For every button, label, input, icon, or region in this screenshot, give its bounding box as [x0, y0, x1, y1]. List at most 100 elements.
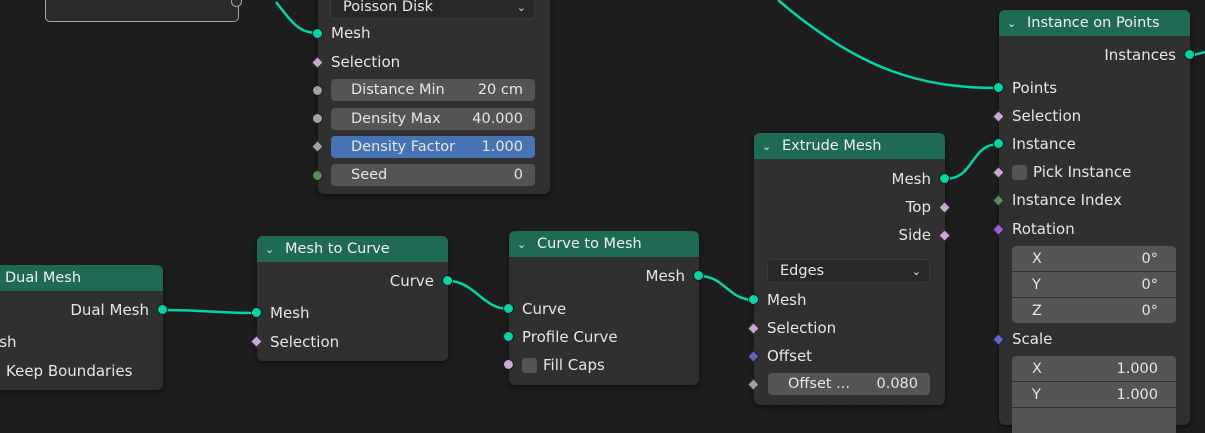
- distribute-mode-dropdown[interactable]: Poisson Disk ⌄: [330, 0, 535, 19]
- field-label: Distance Min: [351, 82, 445, 98]
- distribute-mesh-input: Mesh: [331, 19, 371, 47]
- fill-caps-checkbox[interactable]: [522, 357, 537, 373]
- scale-x-field[interactable]: X 1.000: [1012, 356, 1176, 381]
- socket-label: Curve: [522, 300, 567, 318]
- field-value: 0.080: [876, 376, 918, 392]
- socket-label: Dual Mesh: [70, 301, 149, 319]
- link-dual-mesh-to-mesh-to-curve: [162, 308, 258, 315]
- density-factor-field[interactable]: Density Factor 1.000: [331, 136, 535, 158]
- dual-mesh-header[interactable]: Dual Mesh: [0, 265, 163, 291]
- chevron-down-icon: ⌄: [516, 0, 526, 14]
- mesh-to-curve-curve-output: Curve: [390, 267, 434, 295]
- dual-mesh-node[interactable]: Dual Mesh Dual Mesh esh Keep Boundaries: [0, 265, 163, 390]
- node-title: Mesh to Curve: [285, 241, 390, 257]
- scale-input: Scale: [1012, 325, 1052, 353]
- offset-scale-field[interactable]: Offset ... 0.080: [768, 373, 930, 395]
- curve-to-mesh-node[interactable]: ⌄ Curve to Mesh Mesh Curve Profile Curve…: [509, 231, 699, 385]
- field-label: Density Factor: [351, 139, 456, 155]
- distance-min-socket[interactable]: [312, 85, 323, 96]
- dual-mesh-mesh-input: esh: [0, 328, 17, 356]
- curve-to-mesh-output-socket[interactable]: [693, 270, 704, 281]
- density-max-socket[interactable]: [312, 113, 323, 124]
- profile-curve-socket[interactable]: [503, 331, 514, 342]
- link-curve-to-mesh-to-extrude: [698, 274, 755, 302]
- extrude-mesh-header[interactable]: ⌄ Extrude Mesh: [754, 133, 945, 159]
- instance-socket[interactable]: [993, 138, 1004, 149]
- dual-mesh-output: Dual Mesh: [70, 296, 149, 324]
- instance-index-input: Instance Index: [1012, 186, 1122, 214]
- socket-label: Mesh: [645, 267, 686, 285]
- socket-label: Points: [1012, 79, 1058, 97]
- field-label: X: [1032, 250, 1042, 267]
- field-value: 40.000: [472, 111, 523, 127]
- socket-label: Selection: [270, 333, 340, 351]
- selection-input: Selection: [1012, 102, 1081, 130]
- field-value: 0°: [1141, 302, 1158, 319]
- mesh-to-curve-node[interactable]: ⌄ Mesh to Curve Curve Mesh Selection: [257, 236, 448, 361]
- field-value: 0°: [1141, 276, 1158, 293]
- curve-to-mesh-header[interactable]: ⌄ Curve to Mesh: [509, 231, 699, 257]
- rotation-y-field[interactable]: Y 0°: [1012, 272, 1176, 297]
- extrude-mesh-node[interactable]: ⌄ Extrude Mesh Mesh Top Side Edges ⌄ Mes…: [754, 133, 945, 405]
- points-socket[interactable]: [993, 82, 1004, 93]
- instance-on-points-node[interactable]: ⌄ Instance on Points Instances Points Se…: [999, 10, 1190, 433]
- socket-label: Instance Index: [1012, 191, 1122, 209]
- extrude-mode-dropdown[interactable]: Edges ⌄: [767, 259, 930, 283]
- extrude-mesh-output-socket[interactable]: [939, 173, 950, 184]
- keep-boundaries-input[interactable]: Keep Boundaries: [0, 357, 132, 385]
- curve-input-socket[interactable]: [503, 303, 514, 314]
- socket-label: Mesh: [331, 24, 371, 42]
- distribute-selection-input: Selection: [331, 48, 400, 76]
- seed-field[interactable]: Seed 0: [331, 164, 535, 186]
- distance-min-field[interactable]: Distance Min 20 cm: [331, 79, 535, 101]
- link-to-distribute-mesh: [275, 1, 319, 35]
- seed-socket[interactable]: [312, 170, 323, 181]
- instance-on-points-header[interactable]: ⌄ Instance on Points: [999, 10, 1190, 36]
- dual-mesh-output-socket[interactable]: [157, 304, 168, 315]
- mesh-to-curve-mesh-socket[interactable]: [251, 307, 262, 318]
- instances-output-socket[interactable]: [1184, 49, 1195, 60]
- mesh-to-curve-header[interactable]: ⌄ Mesh to Curve: [257, 236, 448, 262]
- mesh-to-curve-output-socket[interactable]: [442, 275, 453, 286]
- scale-y-field[interactable]: Y 1.000: [1012, 382, 1176, 407]
- field-label: Y: [1032, 386, 1041, 403]
- chevron-down-icon[interactable]: ⌄: [1007, 17, 1021, 30]
- socket-label: Top: [905, 198, 931, 216]
- distribute-points-node[interactable]: Poisson Disk ⌄ Mesh Selection Distance M…: [318, 0, 550, 194]
- distribute-mesh-socket[interactable]: [312, 28, 323, 39]
- socket-label: Keep Boundaries: [6, 362, 133, 380]
- socket-label: Instances: [1104, 46, 1176, 64]
- chevron-down-icon[interactable]: ⌄: [517, 238, 531, 251]
- node-title: Extrude Mesh: [782, 138, 882, 154]
- link-points-to-instance-on-points: [777, 0, 1000, 90]
- fill-caps-input[interactable]: Fill Caps: [522, 351, 605, 379]
- chevron-down-icon[interactable]: ⌄: [762, 140, 776, 153]
- socket-label: Instance: [1012, 135, 1076, 153]
- field-label: Offset ...: [788, 376, 851, 392]
- dropdown-value: Edges: [780, 263, 825, 279]
- extrude-mesh-input-socket[interactable]: [748, 294, 759, 305]
- node-title: Instance on Points: [1027, 15, 1160, 31]
- density-max-field[interactable]: Density Max 40.000: [331, 108, 535, 130]
- pick-instance-checkbox[interactable]: [1012, 164, 1027, 180]
- socket-label: Offset: [767, 347, 813, 365]
- fill-caps-socket[interactable]: [503, 359, 514, 370]
- scale-z-field[interactable]: [1012, 408, 1176, 433]
- chevron-down-icon[interactable]: ⌄: [265, 243, 279, 256]
- socket-label: Mesh: [767, 291, 807, 309]
- rotation-z-field[interactable]: Z 0°: [1012, 298, 1176, 323]
- rotation-x-field[interactable]: X 0°: [1012, 246, 1176, 271]
- upstream-output-socket[interactable]: [231, 0, 242, 7]
- socket-label: Selection: [767, 319, 837, 337]
- socket-label: Pick Instance: [1033, 163, 1132, 181]
- field-label: Seed: [351, 167, 388, 183]
- instance-input: Instance: [1012, 130, 1076, 158]
- extrude-mesh-output: Mesh: [892, 165, 932, 193]
- upstream-node-frame: [45, 0, 239, 22]
- field-label: X: [1032, 360, 1042, 377]
- pick-instance-input[interactable]: Pick Instance: [1012, 158, 1131, 186]
- field-value: 1.000: [1116, 386, 1158, 403]
- node-title: Curve to Mesh: [537, 236, 642, 252]
- socket-label: Scale: [1012, 330, 1053, 348]
- profile-curve-input: Profile Curve: [522, 323, 618, 351]
